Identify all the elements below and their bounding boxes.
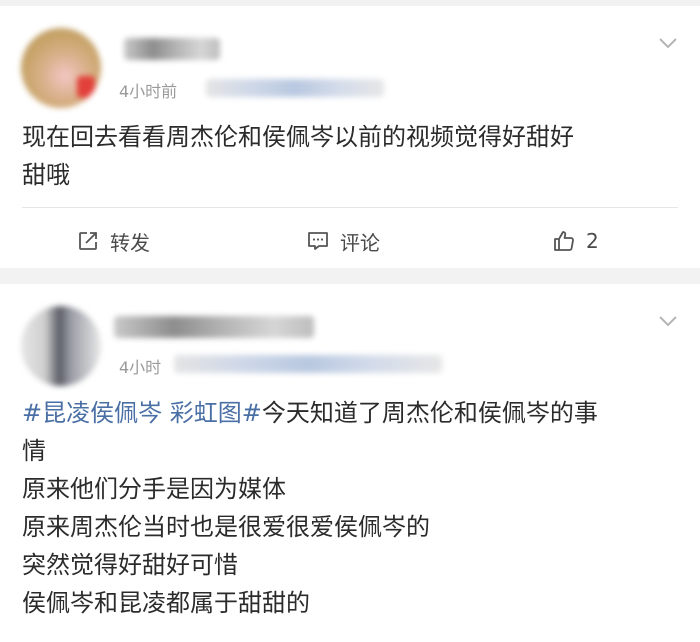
- content-line: 情: [22, 437, 46, 465]
- post-content: 现在回去看看周杰伦和侯佩岑以前的视频觉得好甜好 甜哦: [22, 118, 672, 194]
- weibo-comment-feed: 4小时前 现在回去看看周杰伦和侯佩岑以前的视频觉得好甜好 甜哦 转发 评论 2 …: [0, 0, 700, 642]
- content-text: 今天知道了周杰伦和侯佩岑的事: [261, 399, 598, 427]
- content-line: 侯佩岑和昆凌都属于甜甜的: [22, 589, 310, 617]
- content-line: 突然觉得好甜好可惜: [22, 551, 238, 579]
- content-line: 原来他们分手是因为媒体: [22, 475, 286, 503]
- like-button[interactable]: 2: [552, 214, 599, 268]
- username-blurred[interactable]: [114, 316, 314, 338]
- post-content: #昆凌侯佩岑 彩虹图#今天知道了周杰伦和侯佩岑的事 情 原来他们分手是因为媒体 …: [22, 394, 672, 622]
- content-line: 甜哦: [22, 161, 70, 189]
- repost-button[interactable]: 转发: [76, 214, 150, 268]
- thumbs-up-icon: [554, 231, 574, 251]
- divider: [22, 207, 678, 208]
- post-time: 4小时: [119, 358, 162, 377]
- action-bar: 转发 评论 2: [0, 214, 700, 268]
- content-line: #昆凌侯佩岑 彩虹图#今天知道了周杰伦和侯佩岑的事: [22, 394, 672, 432]
- username-blurred[interactable]: [124, 38, 220, 60]
- hashtag-link[interactable]: #昆凌侯佩岑: [22, 399, 162, 427]
- share-square-icon: [79, 232, 97, 250]
- comment-bubble-icon: [308, 232, 328, 250]
- avatar[interactable]: [21, 306, 101, 386]
- chevron-down-icon[interactable]: [658, 36, 678, 50]
- repost-label: 转发: [110, 230, 150, 255]
- comment-card: 4小时前 现在回去看看周杰伦和侯佩岑以前的视频觉得好甜好 甜哦 转发 评论 2: [0, 6, 700, 268]
- chevron-down-icon[interactable]: [658, 314, 678, 328]
- comment-label: 评论: [340, 230, 380, 255]
- avatar[interactable]: [21, 28, 101, 108]
- comment-button[interactable]: 评论: [306, 214, 380, 268]
- content-line: 现在回去看看周杰伦和侯佩岑以前的视频觉得好甜好: [22, 123, 574, 151]
- post-source-blurred: [174, 355, 442, 373]
- post-time: 4小时前: [119, 82, 178, 101]
- comment-card: 4小时 #昆凌侯佩岑 彩虹图#今天知道了周杰伦和侯佩岑的事 情 原来他们分手是因…: [0, 284, 700, 642]
- hashtag-link[interactable]: 彩虹图#: [170, 399, 262, 427]
- post-source-blurred: [206, 79, 384, 97]
- content-line: 原来周杰伦当时也是很爱很爱侯佩岑的: [22, 513, 430, 541]
- like-count: 2: [586, 229, 599, 253]
